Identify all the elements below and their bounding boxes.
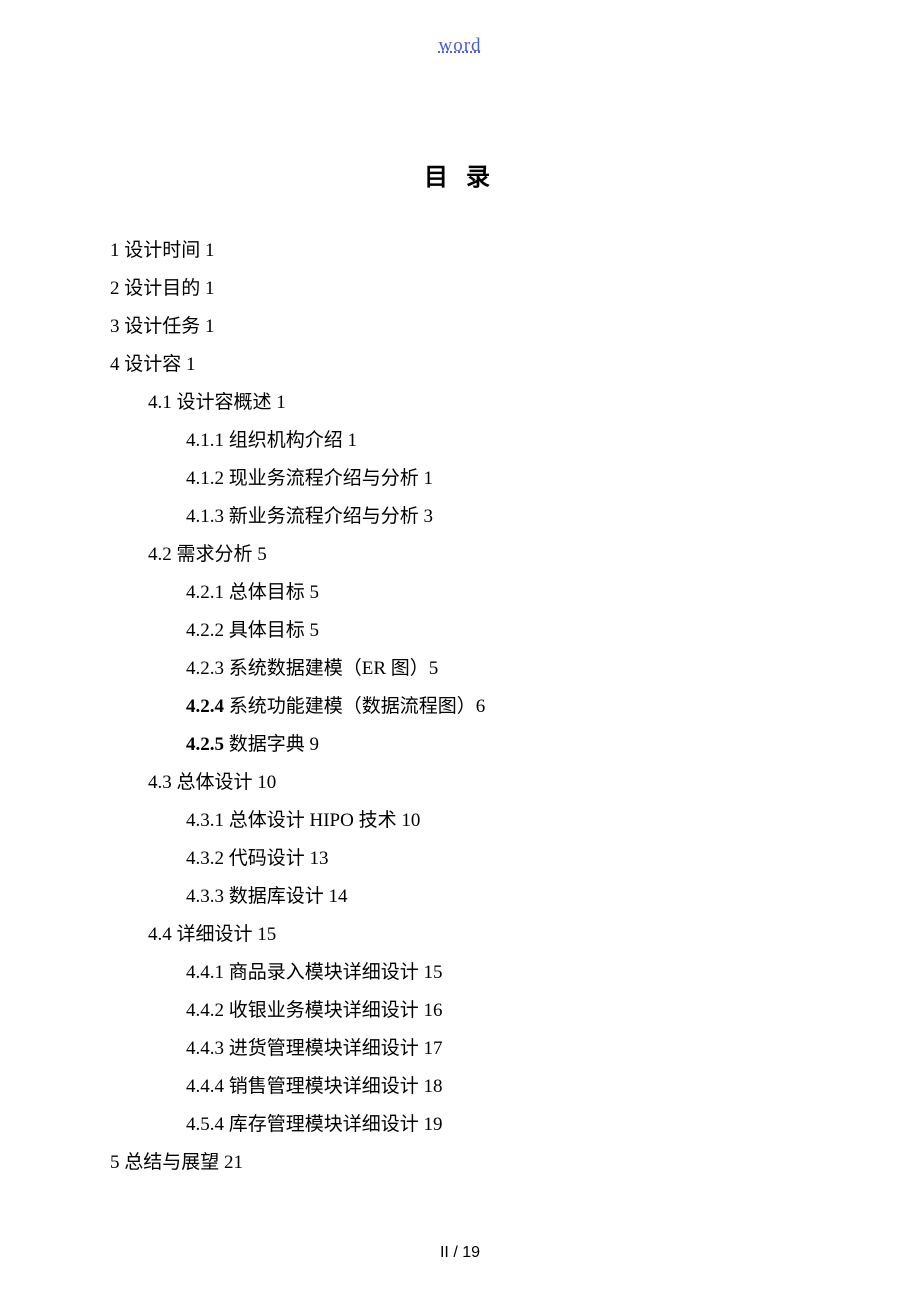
header-link-text: word <box>438 35 481 56</box>
toc-entry-number: 4.1.2 <box>186 468 224 489</box>
toc-entry-number: 4.3.2 <box>186 848 224 869</box>
toc-entry-number: 4 <box>110 354 120 375</box>
toc-entry-text: 设计目的 1 <box>120 278 215 299</box>
toc-entry-text: 销售管理模块详细设计 18 <box>224 1076 443 1097</box>
toc-entry-text: 设计任务 1 <box>120 316 215 337</box>
toc-entry-text: 详细设计 15 <box>172 924 277 945</box>
toc-entry-text: 现业务流程介绍与分析 1 <box>224 468 433 489</box>
toc-entry-number: 4.4.4 <box>186 1076 224 1097</box>
toc-entry: 4.2.2 具体目标 5 <box>186 612 810 650</box>
toc-entry-number: 4.2.5 <box>186 734 224 755</box>
toc-entry: 4.5.4 库存管理模块详细设计 19 <box>186 1106 810 1144</box>
table-of-contents: 1 设计时间 12 设计目的 13 设计任务 14 设计容 14.1 设计容概述… <box>110 232 810 1182</box>
toc-entry-text: 设计时间 1 <box>120 240 215 261</box>
toc-entry-number: 4.2.3 <box>186 658 224 679</box>
toc-entry: 4.4.1 商品录入模块详细设计 15 <box>186 954 810 992</box>
toc-entry: 4.3.1 总体设计 HIPO 技术 10 <box>186 802 810 840</box>
toc-entry-number: 4.3.3 <box>186 886 224 907</box>
toc-entry-text: 设计容 1 <box>120 354 196 375</box>
toc-entry: 4.1.3 新业务流程介绍与分析 3 <box>186 498 810 536</box>
toc-entry: 4 设计容 1 <box>110 346 810 384</box>
toc-entry: 4.3.3 数据库设计 14 <box>186 878 810 916</box>
page-number: II / 19 <box>0 1244 920 1262</box>
toc-entry-text: 数据字典 9 <box>224 734 319 755</box>
toc-entry-text: 总体目标 5 <box>224 582 319 603</box>
toc-entry-number: 4.2.2 <box>186 620 224 641</box>
toc-entry: 5 总结与展望 21 <box>110 1144 810 1182</box>
toc-entry: 4.1.2 现业务流程介绍与分析 1 <box>186 460 810 498</box>
toc-entry-text: 新业务流程介绍与分析 3 <box>224 506 433 527</box>
toc-entry-number: 4.5.4 <box>186 1114 224 1135</box>
toc-entry: 4.4 详细设计 15 <box>148 916 810 954</box>
toc-entry: 4.2.4 系统功能建模（数据流程图）6 <box>186 688 810 726</box>
toc-entry-text: 总体设计 10 <box>172 772 277 793</box>
toc-entry-text: 商品录入模块详细设计 15 <box>224 962 443 983</box>
toc-entry: 4.1.1 组织机构介绍 1 <box>186 422 810 460</box>
header-link[interactable]: word <box>110 35 810 57</box>
toc-entry: 4.2 需求分析 5 <box>148 536 810 574</box>
toc-entry: 4.1 设计容概述 1 <box>148 384 810 422</box>
toc-entry-number: 4.2.4 <box>186 696 224 717</box>
toc-entry: 4.2.5 数据字典 9 <box>186 726 810 764</box>
toc-entry: 4.4.4 销售管理模块详细设计 18 <box>186 1068 810 1106</box>
toc-entry-number: 4.4 <box>148 924 172 945</box>
toc-entry-text: 收银业务模块详细设计 16 <box>224 1000 443 1021</box>
toc-entry: 4.3 总体设计 10 <box>148 764 810 802</box>
toc-entry-number: 4.1 <box>148 392 172 413</box>
toc-title: 目 录 <box>110 157 810 192</box>
toc-entry-text: 设计容概述 1 <box>172 392 286 413</box>
toc-entry: 4.2.3 系统数据建模（ER 图）5 <box>186 650 810 688</box>
toc-entry-text: 系统数据建模（ER 图）5 <box>224 658 438 679</box>
toc-entry-text: 需求分析 5 <box>172 544 267 565</box>
toc-entry-number: 4.3.1 <box>186 810 224 831</box>
toc-entry-text: 库存管理模块详细设计 19 <box>224 1114 443 1135</box>
toc-entry-number: 4.1.1 <box>186 430 224 451</box>
toc-entry-number: 4.2 <box>148 544 172 565</box>
toc-entry-number: 4.4.3 <box>186 1038 224 1059</box>
toc-entry-number: 1 <box>110 240 120 261</box>
toc-entry: 3 设计任务 1 <box>110 308 810 346</box>
toc-entry: 4.4.2 收银业务模块详细设计 16 <box>186 992 810 1030</box>
toc-entry-number: 2 <box>110 278 120 299</box>
toc-entry: 4.4.3 进货管理模块详细设计 17 <box>186 1030 810 1068</box>
toc-entry-text: 代码设计 13 <box>224 848 329 869</box>
toc-entry-number: 3 <box>110 316 120 337</box>
toc-entry-text: 组织机构介绍 1 <box>224 430 357 451</box>
toc-entry-number: 5 <box>110 1152 120 1173</box>
toc-entry-text: 具体目标 5 <box>224 620 319 641</box>
toc-entry-text: 系统功能建模（数据流程图）6 <box>224 696 485 717</box>
toc-entry-number: 4.1.3 <box>186 506 224 527</box>
toc-entry: 1 设计时间 1 <box>110 232 810 270</box>
toc-entry-text: 进货管理模块详细设计 17 <box>224 1038 443 1059</box>
toc-entry-number: 4.3 <box>148 772 172 793</box>
toc-entry: 2 设计目的 1 <box>110 270 810 308</box>
toc-entry-number: 4.4.2 <box>186 1000 224 1021</box>
toc-entry: 4.2.1 总体目标 5 <box>186 574 810 612</box>
toc-entry-text: 总体设计 HIPO 技术 10 <box>224 810 420 831</box>
toc-entry-number: 4.4.1 <box>186 962 224 983</box>
toc-entry-text: 数据库设计 14 <box>224 886 348 907</box>
toc-entry-text: 总结与展望 21 <box>120 1152 244 1173</box>
toc-entry-number: 4.2.1 <box>186 582 224 603</box>
toc-entry: 4.3.2 代码设计 13 <box>186 840 810 878</box>
